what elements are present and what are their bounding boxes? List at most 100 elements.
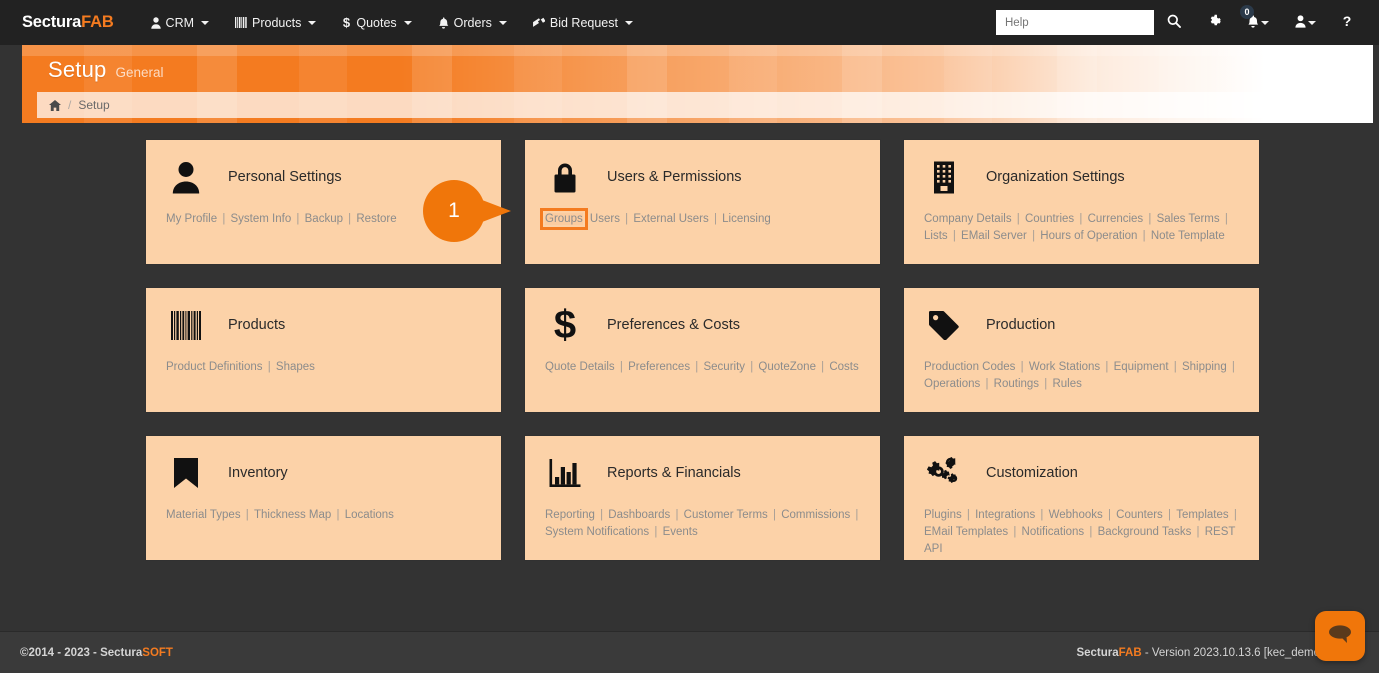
account-button[interactable] <box>1282 8 1329 38</box>
card-link[interactable]: Backup <box>305 213 343 225</box>
card-link[interactable]: Events <box>663 526 698 538</box>
card-link[interactable]: Quote Details <box>545 361 615 373</box>
link-separator: | <box>291 213 304 225</box>
page-title: Setup General <box>48 57 164 83</box>
card-link[interactable]: Notifications <box>1022 526 1085 538</box>
card-link[interactable]: Material Types <box>166 509 241 521</box>
card-products[interactable]: Products Product Definitions | Shapes <box>146 288 501 412</box>
card-organization-settings[interactable]: Organization Settings Company Details | … <box>904 140 1259 264</box>
card-header: Products <box>162 302 485 348</box>
card-header: Users & Permissions <box>541 154 864 200</box>
brand-logo[interactable]: SecturaFAB <box>22 13 114 32</box>
link-separator: | <box>1137 230 1150 242</box>
card-link[interactable]: Counters <box>1116 509 1163 521</box>
card-link[interactable]: Thickness Map <box>254 509 331 521</box>
card-link[interactable]: Production Codes <box>924 361 1015 373</box>
footer-copyright-text: ©2014 - 2023 - Sectura <box>20 647 142 659</box>
card-users-permissions[interactable]: Users & Permissions Groups Users | Exter… <box>525 140 880 264</box>
card-link[interactable]: Customer Terms <box>684 509 768 521</box>
search-button[interactable] <box>1154 8 1194 38</box>
user-icon <box>1295 15 1306 31</box>
footer-version-brand-accent: FAB <box>1119 647 1142 659</box>
card-link[interactable]: Dashboards <box>608 509 670 521</box>
card-link[interactable]: My Profile <box>166 213 217 225</box>
card-link-groups[interactable]: Groups <box>545 213 583 225</box>
card-inventory[interactable]: Inventory Material Types | Thickness Map… <box>146 436 501 560</box>
link-separator: | <box>343 213 356 225</box>
card-link[interactable]: Security <box>703 361 745 373</box>
help-search-input[interactable] <box>996 10 1154 35</box>
home-icon[interactable] <box>49 100 61 111</box>
card-link[interactable]: Users <box>590 213 620 225</box>
card-link[interactable]: Webhooks <box>1049 509 1103 521</box>
card-link[interactable]: Currencies <box>1088 213 1144 225</box>
alerts-button[interactable]: 0 <box>1234 8 1282 38</box>
card-header: Organization Settings <box>920 154 1243 200</box>
card-link[interactable]: Routings <box>994 378 1039 390</box>
nav-item-products[interactable]: Products <box>222 10 329 36</box>
chevron-down-icon <box>404 21 412 25</box>
card-link[interactable]: Sales Terms <box>1157 213 1220 225</box>
card-link[interactable]: System Info <box>231 213 292 225</box>
nav-item-orders[interactable]: Orders <box>425 10 520 36</box>
card-link[interactable]: Locations <box>345 509 394 521</box>
card-production[interactable]: Production Production Codes | Work Stati… <box>904 288 1259 412</box>
nav-item-label: Bid Request <box>550 16 618 30</box>
chat-widget-button[interactable] <box>1315 611 1365 661</box>
card-link[interactable]: Licensing <box>722 213 771 225</box>
card-link[interactable]: Preferences <box>628 361 690 373</box>
nav-item-label: Orders <box>454 16 492 30</box>
card-link[interactable]: Company Details <box>924 213 1012 225</box>
card-link[interactable]: Equipment <box>1114 361 1169 373</box>
tag-icon <box>924 305 964 345</box>
card-link[interactable]: EMail Server <box>961 230 1027 242</box>
card-link[interactable]: Hours of Operation <box>1040 230 1137 242</box>
card-link[interactable]: Reporting <box>545 509 595 521</box>
alerts-count-badge: 0 <box>1240 5 1254 19</box>
card-link[interactable]: Note Template <box>1151 230 1225 242</box>
card-personal-settings[interactable]: Personal Settings My Profile | System In… <box>146 140 501 264</box>
card-link[interactable]: Templates <box>1176 509 1228 521</box>
card-link[interactable]: EMail Templates <box>924 526 1008 538</box>
chevron-down-icon <box>308 21 316 25</box>
link-separator: | <box>1074 213 1087 225</box>
link-separator: | <box>1229 509 1239 521</box>
hammer-icon <box>533 17 545 29</box>
card-links: Production Codes | Work Stations | Equip… <box>920 359 1243 393</box>
brand-prefix: Sectura <box>22 13 81 31</box>
card-link[interactable]: QuoteZone <box>758 361 816 373</box>
card-link[interactable]: Costs <box>829 361 858 373</box>
card-link[interactable]: Shapes <box>276 361 315 373</box>
card-preferences-costs[interactable]: $ Preferences & Costs Quote Details | Pr… <box>525 288 880 412</box>
link-separator: | <box>709 213 722 225</box>
help-button[interactable]: ? <box>1329 8 1365 38</box>
app-window: SecturaFAB CRM Products $ <box>0 0 1379 673</box>
breadcrumb-item-setup[interactable]: Setup <box>78 98 109 112</box>
settings-button[interactable] <box>1194 8 1234 38</box>
card-customization[interactable]: Customization Plugins | Integrations | W… <box>904 436 1259 560</box>
card-reports-financials[interactable]: Reports & Financials Reporting | Dashboa… <box>525 436 880 560</box>
card-header: Inventory <box>162 450 485 496</box>
svg-text:$: $ <box>554 306 576 344</box>
card-link[interactable]: External Users <box>633 213 708 225</box>
card-title: Organization Settings <box>986 169 1125 185</box>
nav-item-bid-request[interactable]: Bid Request <box>520 10 646 36</box>
card-link[interactable]: Product Definitions <box>166 361 263 373</box>
card-link[interactable]: Countries <box>1025 213 1074 225</box>
card-link[interactable]: Restore <box>356 213 396 225</box>
card-link[interactable]: Operations <box>924 378 980 390</box>
card-link[interactable]: Shipping <box>1182 361 1227 373</box>
card-link[interactable]: Rules <box>1052 378 1081 390</box>
card-link[interactable]: Plugins <box>924 509 962 521</box>
card-link[interactable]: Work Stations <box>1029 361 1100 373</box>
navbar-menu: CRM Products $ Quotes <box>138 10 646 36</box>
gears-icon <box>924 453 964 493</box>
link-separator: | <box>690 361 703 373</box>
nav-item-quotes[interactable]: $ Quotes <box>329 10 424 36</box>
nav-item-crm[interactable]: CRM <box>138 10 222 36</box>
card-link[interactable]: System Notifications <box>545 526 649 538</box>
card-link[interactable]: Integrations <box>975 509 1035 521</box>
card-link[interactable]: Commissions <box>781 509 850 521</box>
card-link[interactable]: Background Tasks <box>1098 526 1192 538</box>
card-link[interactable]: Lists <box>924 230 948 242</box>
